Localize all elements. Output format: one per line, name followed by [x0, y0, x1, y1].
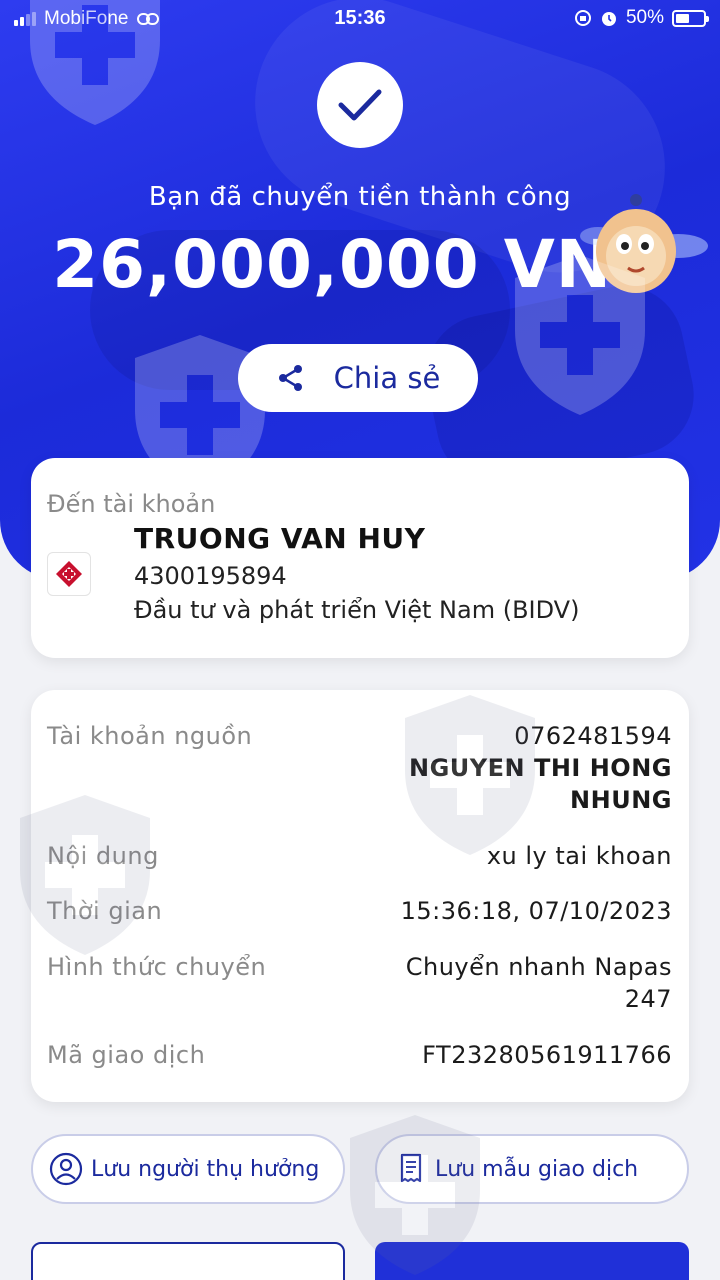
share-icon: [278, 365, 302, 391]
recipient-account-number: 4300195894: [134, 562, 287, 590]
success-check-icon: [317, 62, 403, 148]
alarm-icon: [601, 12, 616, 26]
battery-icon: [672, 9, 709, 27]
bidv-logo-icon: [47, 552, 91, 596]
save-template-button[interactable]: Lưu mẫu giao dịch: [375, 1134, 689, 1204]
recipient-bank: Đầu tư và phát triển Việt Nam (BIDV): [134, 596, 580, 624]
transaction-id-label: Mã giao dịch: [47, 1041, 206, 1069]
recipient-name: TRUONG VAN HUY: [134, 522, 426, 555]
transaction-id-value: FT23280561911766: [422, 1041, 672, 1069]
rotation-lock-icon: [574, 10, 591, 26]
new-transaction-button[interactable]: [375, 1242, 689, 1280]
source-account-name: NGUYEN THI HONG: [408, 754, 672, 782]
user-icon: [49, 1152, 83, 1186]
mascot-image: [580, 194, 708, 293]
content-value: xu ly tai khoan: [486, 842, 672, 870]
share-button[interactable]: Chia sẻ: [238, 344, 478, 412]
transfer-method-label: Hình thức chuyển: [47, 953, 267, 981]
content-label: Nội dung: [47, 842, 159, 870]
destination-card: Đến tài khoản TRUONG VAN HUY 4300195894 …: [31, 458, 689, 658]
save-beneficiary-button[interactable]: Lưu người thụ hưởng: [31, 1134, 345, 1204]
save-template-label: Lưu mẫu giao dịch: [435, 1156, 639, 1182]
transfer-method-value: Chuyển nhanh Napas: [405, 953, 672, 981]
destination-label: Đến tài khoản: [47, 490, 216, 518]
battery-percent: 50%: [625, 7, 664, 28]
time-value: 15:36:18, 07/10/2023: [400, 897, 672, 925]
time-label: Thời gian: [47, 897, 163, 925]
transaction-details-card: Tài khoản nguồn 0762481594 NGUYEN THI HO…: [31, 690, 689, 1102]
save-beneficiary-label: Lưu người thụ hưởng: [91, 1156, 320, 1182]
source-account-name-line2: NHUNG: [570, 786, 672, 814]
home-button[interactable]: [31, 1242, 345, 1280]
source-account-label: Tài khoản nguồn: [47, 722, 253, 750]
share-label: Chia sẻ: [333, 361, 441, 395]
source-account-number: 0762481594: [514, 722, 672, 750]
status-bar: MobiFone 15:36 50%: [0, 0, 720, 38]
transfer-method-value-line2: 247: [624, 985, 672, 1013]
receipt-icon: [400, 1153, 422, 1183]
